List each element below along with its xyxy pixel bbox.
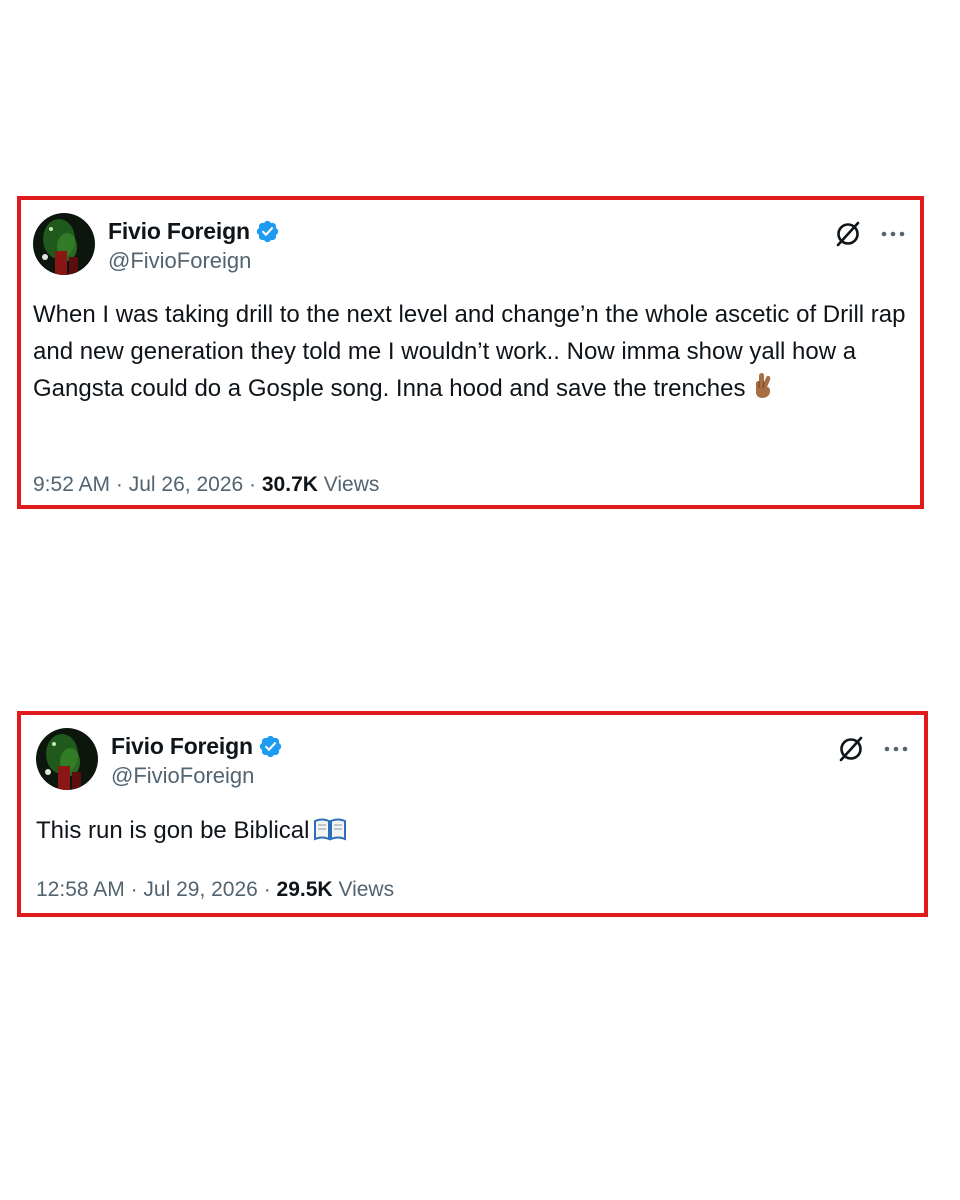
views-label[interactable]: Views [324, 473, 380, 496]
verified-badge-icon [259, 735, 281, 757]
avatar[interactable] [36, 728, 98, 790]
display-name[interactable]: Fivio Foreign [111, 733, 253, 760]
tweet-meta: 12:58 AM · Jul 29, 2026 · 29.5K Views [36, 878, 394, 902]
crossed-fingers-icon [755, 373, 770, 398]
open-book-icon [314, 818, 347, 841]
handle[interactable]: @FivioForeign [111, 763, 283, 789]
tweet-meta: 9:52 AM · Jul 26, 2026 · 30.7K Views [33, 473, 379, 497]
verified-badge-icon [256, 220, 278, 242]
tweet-body: This run is gon be Biblical [36, 817, 310, 844]
author-block[interactable]: Fivio Foreign @FivioForeign [108, 216, 280, 274]
tweet-body: When I was taking drill to the next leve… [33, 301, 913, 402]
views-count[interactable]: 29.5K [277, 878, 333, 901]
more-options-icon[interactable] [883, 742, 909, 756]
tweet-time[interactable]: 9:52 AM [33, 473, 110, 496]
avatar[interactable] [33, 213, 95, 275]
tweet-text: This run is gon be Biblical [36, 812, 910, 849]
views-count[interactable]: 30.7K [262, 473, 318, 496]
more-options-icon[interactable] [880, 227, 906, 241]
meta-separator: · [249, 473, 257, 496]
views-label[interactable]: Views [338, 878, 394, 901]
author-block[interactable]: Fivio Foreign @FivioForeign [111, 731, 283, 789]
tweet-date[interactable]: Jul 29, 2026 [143, 878, 257, 901]
handle[interactable]: @FivioForeign [108, 248, 280, 274]
meta-separator: · [263, 878, 271, 901]
grok-icon[interactable] [833, 219, 863, 249]
tweet-date[interactable]: Jul 26, 2026 [129, 473, 243, 496]
tweet-card[interactable]: Fivio Foreign @FivioForeign This run is … [17, 711, 928, 917]
tweet-text: When I was taking drill to the next leve… [33, 296, 906, 407]
display-name[interactable]: Fivio Foreign [108, 218, 250, 245]
tweet-time[interactable]: 12:58 AM [36, 878, 125, 901]
meta-separator: · [115, 473, 123, 496]
meta-separator: · [130, 878, 138, 901]
grok-icon[interactable] [836, 734, 866, 764]
tweet-card[interactable]: Fivio Foreign @FivioForeign When I was t… [17, 196, 924, 509]
